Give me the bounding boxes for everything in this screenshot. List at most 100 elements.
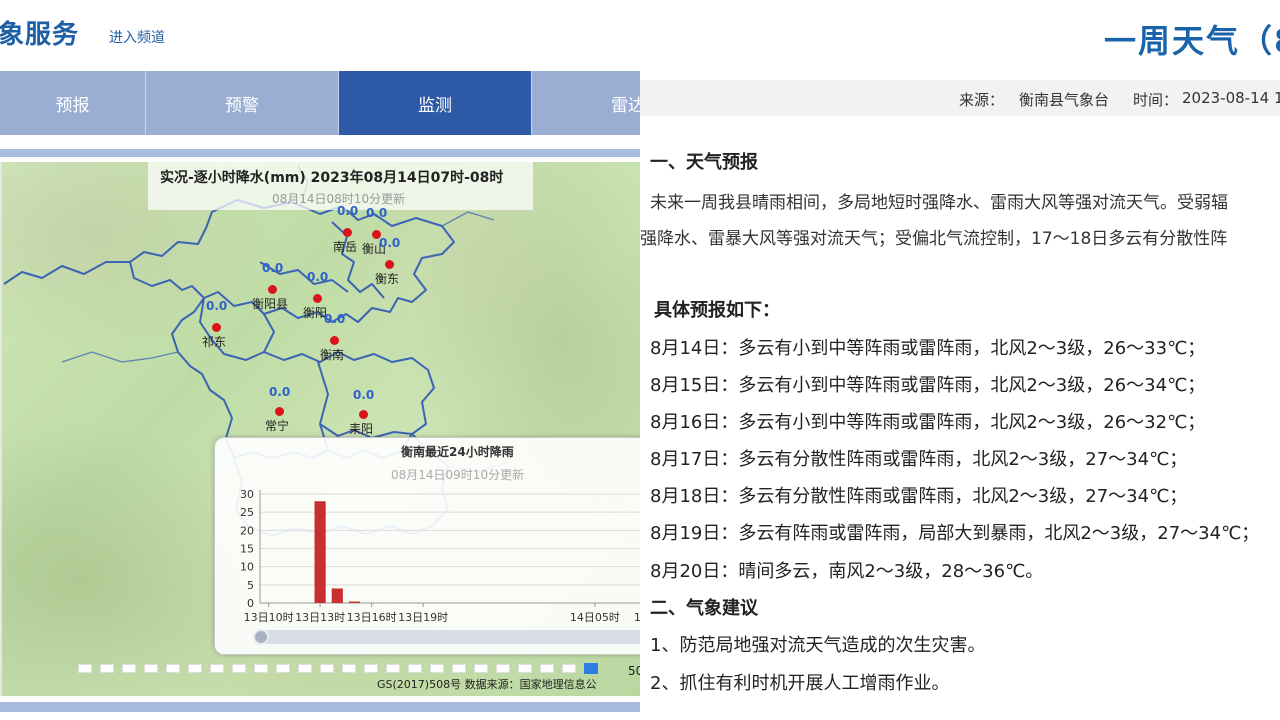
chart-xtick-label: 13日13时: [295, 611, 345, 624]
timeline-step[interactable]: [78, 664, 92, 673]
timeline-step-current[interactable]: [584, 663, 598, 674]
timeline-step[interactable]: [166, 664, 180, 673]
chart-slider-handle[interactable]: [253, 629, 269, 645]
timeline-step[interactable]: [430, 664, 444, 673]
station-marker: [330, 336, 339, 345]
chart-bar: [331, 588, 343, 603]
forecast-day-7: 8月20日：晴间多云，南风2～3级，28～36℃。: [650, 561, 1044, 582]
timeline-step[interactable]: [386, 664, 400, 673]
station-marker: [268, 285, 277, 294]
timeline-step[interactable]: [540, 664, 554, 673]
forecast-day-3: 8月16日：多云有小到中等阵雨或雷阵雨，北风2～3级，26～32℃；: [650, 412, 1206, 433]
rain-bar-chart: 0 5 10 15 20 25 30 13日10时 13日13时 13日16时 13日19时 14日0…: [240, 488, 640, 624]
source-value: 衡南县气象台: [1019, 91, 1110, 109]
advice-item-2: 2、抓住有利时机开展人工增雨作业。: [650, 673, 950, 694]
chart-bar: [348, 601, 361, 603]
map-copyright: GS(2017)508号 数据来源：国家地理信息公: [377, 678, 597, 691]
forecast-day-4: 8月17日：多云有分散性阵雨或雷阵雨，北风2～3级，27～34℃；: [650, 449, 1188, 470]
station-name: 祁东: [202, 335, 227, 349]
chart-xtick-label: 13日16时: [347, 611, 397, 624]
map-title: 实况-逐小时降水(mm) 2023年08月14日07时-08时: [160, 170, 504, 186]
timeline-step[interactable]: [364, 664, 378, 673]
rain-chart-popup: 衡南最近24小时降雨 08月14日09时10分更新 0 5 10 15 20 25 30 13…: [214, 437, 640, 655]
timeline-step[interactable]: [188, 664, 202, 673]
station-value: 0.0: [366, 206, 388, 220]
chart-ytick-label: 5: [247, 579, 254, 592]
chart-xtick-label: 14日05时: [570, 611, 620, 624]
station-value: 0.0: [206, 299, 228, 313]
divider-top: [0, 149, 640, 157]
station-value: 0.0: [324, 312, 346, 326]
page-title: 一周天气（8: [1104, 22, 1280, 60]
section-forecast-heading: 一、天气预报: [650, 152, 758, 173]
chart-range-slider[interactable]: [255, 630, 640, 644]
timeline-step[interactable]: [232, 664, 246, 673]
enter-channel-link[interactable]: 进入频道: [109, 27, 165, 47]
station-marker: [343, 228, 352, 237]
tab-monitoring[interactable]: 监测: [339, 71, 532, 135]
chart-ytick-label: 0: [247, 597, 254, 610]
detail-subheading: 具体预报如下：: [654, 300, 780, 321]
forecast-paragraph-line1: 未来一周我县晴雨相间，多局地短时强降水、雷雨大风等强对流天气。受弱辐: [650, 193, 1228, 213]
timeline-step[interactable]: [254, 664, 268, 673]
timeline-step[interactable]: [144, 664, 158, 673]
timeline-step[interactable]: [342, 664, 356, 673]
time-value: 2023-08-14 1: [1182, 89, 1280, 107]
chart-xtick-label: 13日19时: [398, 611, 448, 624]
timeline-step[interactable]: [100, 664, 114, 673]
station-marker: [212, 323, 221, 332]
station-value: 0.0: [353, 388, 375, 402]
divider-bottom: [0, 702, 640, 712]
station-name: 衡阳县: [252, 297, 289, 311]
station-value: 0.0: [379, 236, 401, 250]
source-label: 来源：: [959, 91, 1005, 109]
timeline-step[interactable]: [518, 664, 532, 673]
chart-ytick-label: 15: [240, 543, 254, 556]
timeline-step[interactable]: [320, 664, 334, 673]
station-name: 衡南: [320, 348, 345, 362]
forecast-day-1: 8月14日：多云有小到中等阵雨或雷阵雨，北风2～3级，26～33℃；: [650, 338, 1206, 359]
station-name: 衡东: [375, 272, 400, 286]
forecast-day-5: 8月18日：多云有分散性阵雨或雷阵雨，北风2～3级，27～34℃；: [650, 486, 1188, 507]
chart-bar: [314, 501, 326, 603]
forecast-day-2: 8月15日：多云有小到中等阵雨或雷阵雨，北风2～3级，26～34℃；: [650, 375, 1206, 396]
timeline-step[interactable]: [496, 664, 510, 673]
right-panel: 一周天气（8 来源： 衡南县气象台 时间： 2023-08-14 1 一、天气预…: [640, 0, 1280, 720]
chart-ytick-label: 20: [240, 524, 254, 537]
station-name: 南岳: [333, 240, 358, 254]
timeline-step[interactable]: [298, 664, 312, 673]
station-name: 常宁: [265, 419, 290, 433]
timeline-step[interactable]: [474, 664, 488, 673]
timeline-step[interactable]: [452, 664, 466, 673]
tab-radar[interactable]: 雷达: [532, 71, 640, 135]
time-label: 时间：: [1133, 91, 1179, 109]
nav-bar: 预报 预警 监测 雷达: [0, 71, 640, 135]
scale-label: 50: [628, 664, 640, 678]
station-marker: [313, 294, 322, 303]
left-panel: 象服务 进入频道 预报 预警 监测 雷达 实况-逐小时降水(mm) 2023年0…: [0, 0, 640, 720]
chart-xtick-label: 13日10时: [244, 611, 294, 624]
forecast-day-6: 8月19日：多云有阵雨或雷阵雨，局部大到暴雨，北风2～3级，27～34℃；: [650, 523, 1260, 544]
timeline-step[interactable]: [562, 664, 576, 673]
tab-warning[interactable]: 预警: [146, 71, 339, 135]
timeline-step[interactable]: [408, 664, 422, 673]
station-marker: [359, 410, 368, 419]
station-value: 0.0: [337, 204, 359, 218]
section-advice-heading: 二、气象建议: [650, 598, 758, 619]
timeline-step[interactable]: [122, 664, 136, 673]
site-brand: 象服务: [0, 20, 80, 50]
tab-forecast[interactable]: 预报: [0, 71, 146, 135]
station-value: 0.0: [262, 261, 284, 275]
chart-ytick-label: 25: [240, 506, 254, 519]
timeline-step[interactable]: [210, 664, 224, 673]
timeline-step[interactable]: [276, 664, 290, 673]
station-marker: [385, 260, 394, 269]
station-value: 0.0: [307, 270, 329, 284]
advice-item-1: 1、防范局地强对流天气造成的次生灾害。: [650, 635, 986, 656]
station-name: 耒阳: [349, 422, 374, 436]
forecast-paragraph-line2: 强降水、雷暴大风等强对流天气；受偏北气流控制，17～18日多云有分散性阵: [640, 229, 1228, 249]
station-marker: [275, 407, 284, 416]
station-value: 0.0: [269, 385, 291, 399]
chart-ytick-label: 30: [240, 488, 254, 501]
chart-ytick-label: 10: [240, 561, 254, 574]
